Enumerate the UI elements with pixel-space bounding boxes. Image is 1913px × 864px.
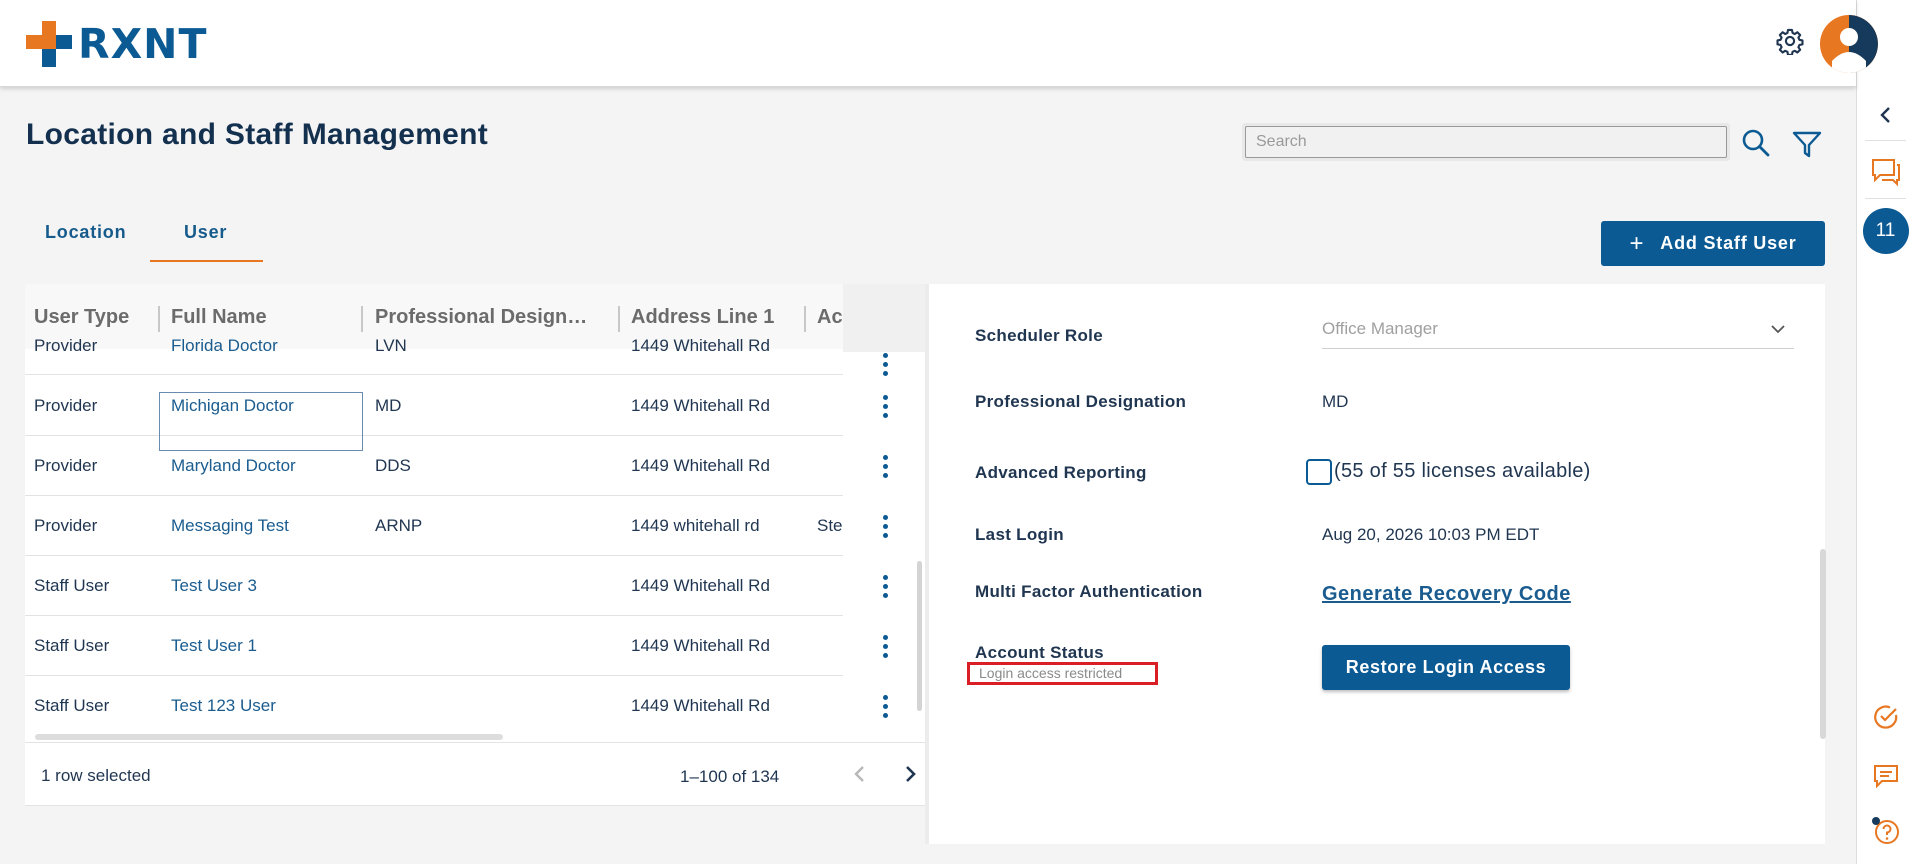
cell-user-type: Staff User <box>34 576 110 595</box>
chevron-left-icon[interactable] <box>845 759 875 789</box>
user-detail-panel: Scheduler Role Office Manager Profession… <box>925 284 1826 844</box>
tab-location[interactable]: Location <box>45 222 126 243</box>
cell-designation: LVN <box>375 336 407 355</box>
user-avatar-icon[interactable] <box>1820 15 1878 73</box>
cell-full-name[interactable]: Florida Doctor <box>171 317 278 375</box>
actions-header <box>843 284 925 352</box>
cell-full-name[interactable]: Test User 1 <box>171 616 257 676</box>
chevron-down-icon <box>1771 325 1785 334</box>
row-actions-kebab-icon[interactable] <box>873 631 897 661</box>
last-login-value: Aug 20, 2026 10:03 PM EDT <box>1322 525 1540 544</box>
search-input[interactable] <box>1245 126 1727 158</box>
cell-designation: DDS <box>375 456 411 475</box>
add-staff-user-button[interactable]: + Add Staff User <box>1601 221 1825 266</box>
cell-address: 1449 Whitehall Rd <box>631 336 770 355</box>
badge-count: 11 <box>1862 208 1909 254</box>
cell-user-type: Staff User <box>34 636 110 655</box>
cell-user-type: Provider <box>34 516 98 535</box>
collapse-button[interactable] <box>1857 106 1913 124</box>
tasks-button[interactable] <box>1857 703 1913 731</box>
logo-text: RXNT <box>78 20 208 68</box>
table-row[interactable]: Provider Florida Doctor LVN 1449 Whiteha… <box>25 317 843 375</box>
selected-count: 1 row selected <box>41 766 151 785</box>
help-icon <box>1871 817 1899 844</box>
notification-badge[interactable]: 11 <box>1857 208 1913 254</box>
last-login-label: Last Login <box>975 525 1064 544</box>
cell-user-type: Provider <box>34 336 98 355</box>
vertical-scrollbar[interactable] <box>917 561 922 711</box>
table-row[interactable]: Staff User Test User 3 1449 Whitehall Rd <box>25 556 843 616</box>
cell-full-name[interactable]: Messaging Test <box>171 496 289 556</box>
cross-logo-icon <box>26 21 72 67</box>
table-footer: 1 row selected 1–100 of 134 <box>25 742 925 806</box>
rxnt-logo[interactable]: RXNT <box>26 20 207 68</box>
generate-recovery-code-link[interactable]: Generate Recovery Code <box>1322 583 1571 606</box>
cell-user-type: Provider <box>34 456 98 475</box>
row-actions-kebab-icon[interactable] <box>873 391 897 421</box>
chevron-right-icon[interactable] <box>895 759 925 789</box>
search-container <box>1242 123 1730 161</box>
row-actions-kebab-icon[interactable] <box>873 571 897 601</box>
help-button[interactable] <box>1857 815 1913 847</box>
table-row[interactable]: Staff User Test 123 User 1449 Whitehall … <box>25 676 843 742</box>
check-circle-icon <box>1873 705 1897 729</box>
cell-designation: MD <box>375 396 402 415</box>
table-row[interactable]: Provider Michigan Doctor MD 1449 Whiteha… <box>25 376 843 436</box>
cell-address: 1449 Whitehall Rd <box>631 696 770 715</box>
messages-button[interactable] <box>1857 763 1913 789</box>
row-actions-kebab-icon[interactable] <box>873 691 897 721</box>
top-bar: RXNT <box>0 0 1878 87</box>
cell-address: 1449 whitehall rd <box>631 516 760 535</box>
plus-icon: + <box>1629 229 1645 257</box>
cell-designation: ARNP <box>375 516 423 535</box>
filter-icon[interactable] <box>1791 128 1823 160</box>
cell-user-type: Staff User <box>34 696 110 715</box>
row-actions-kebab-icon[interactable] <box>873 511 897 541</box>
scheduler-role-dropdown[interactable]: Office Manager <box>1322 313 1794 349</box>
gear-icon[interactable] <box>1776 27 1804 55</box>
cell-full-name[interactable]: Test 123 User <box>171 676 276 736</box>
cell-address: 1449 Whitehall Rd <box>631 576 770 595</box>
cell-address: 1449 Whitehall Rd <box>631 396 770 415</box>
restore-login-access-button[interactable]: Restore Login Access <box>1322 645 1570 690</box>
right-rail: 11 <box>1856 0 1913 864</box>
cell-address-2: Ste <box>817 516 843 535</box>
horizontal-scrollbar[interactable] <box>35 734 503 740</box>
chat-button[interactable] <box>1857 157 1913 187</box>
page-title: Location and Staff Management <box>26 118 489 151</box>
tab-user[interactable]: User <box>184 222 227 243</box>
selected-cell-outline <box>159 392 363 451</box>
licenses-available-text: (55 of 55 licenses available) <box>1334 460 1591 482</box>
chat-icon <box>1871 159 1900 187</box>
active-tab-indicator <box>150 260 263 262</box>
advanced-reporting-checkbox[interactable] <box>1306 459 1332 485</box>
table-row[interactable]: Provider Maryland Doctor DDS 1449 Whiteh… <box>25 436 843 496</box>
account-status-label: Account Status <box>975 643 1104 662</box>
professional-designation-label: Professional Designation <box>975 392 1187 411</box>
scheduler-role-value: Office Manager <box>1322 319 1438 338</box>
mfa-label: Multi Factor Authentication <box>975 582 1203 601</box>
table-row[interactable]: Staff User Test User 1 1449 Whitehall Rd <box>25 616 843 676</box>
advanced-reporting-label: Advanced Reporting <box>975 463 1147 482</box>
detail-scrollbar[interactable] <box>1820 549 1826 739</box>
cell-address: 1449 Whitehall Rd <box>631 456 770 475</box>
row-actions-kebab-icon[interactable] <box>873 451 897 481</box>
message-icon <box>1873 765 1898 789</box>
professional-designation-value: MD <box>1322 392 1349 411</box>
chevron-left-icon <box>1879 107 1890 123</box>
table-row[interactable]: Provider Messaging Test ARNP 1449 whiteh… <box>25 496 843 556</box>
cell-user-type: Provider <box>34 396 98 415</box>
cell-address: 1449 Whitehall Rd <box>631 636 770 655</box>
row-actions-kebab-icon[interactable] <box>873 349 897 379</box>
user-table: User Type Full Name Professional Design…… <box>25 284 925 806</box>
cell-full-name[interactable]: Test User 3 <box>171 556 257 616</box>
scheduler-role-label: Scheduler Role <box>975 326 1103 345</box>
account-status-restricted: Login access restricted <box>967 662 1158 685</box>
pagination-range: 1–100 of 134 <box>680 767 780 786</box>
search-icon[interactable] <box>1740 127 1772 159</box>
add-staff-user-label: Add Staff User <box>1660 233 1797 253</box>
